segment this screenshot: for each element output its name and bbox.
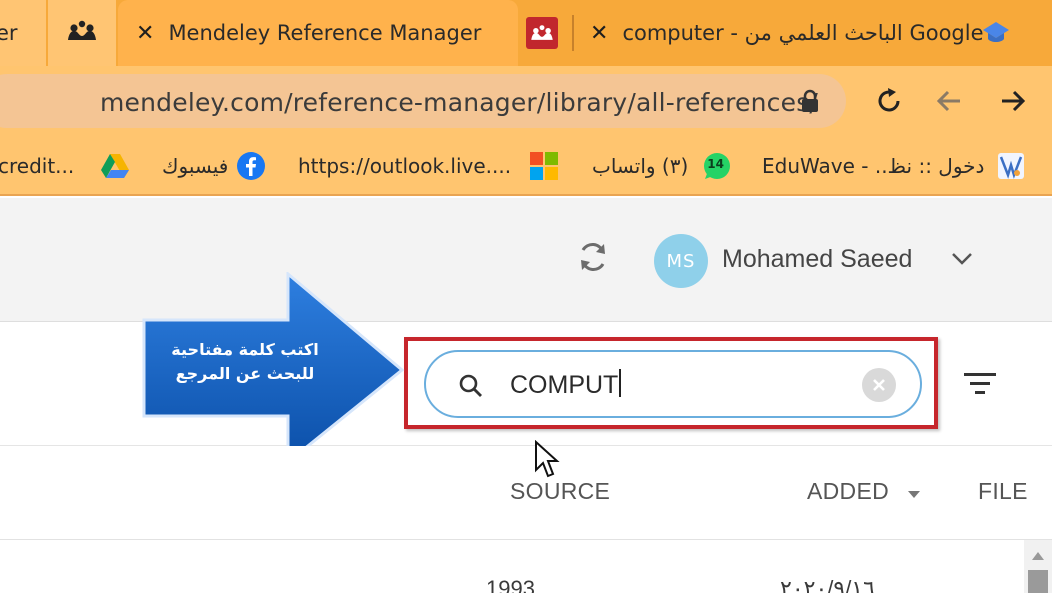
user-name[interactable]: Mohamed Saeed: [722, 245, 912, 274]
tab-title: computer - الباحث العلمي من Google: [622, 21, 984, 45]
lock-icon[interactable]: [800, 89, 820, 117]
callout-text: اكتب كلمة مفتاحية للبحث عن المرجع: [171, 340, 319, 383]
tab-divider: [572, 15, 574, 51]
browser-tabstrip: er ✕ Mendeley Reference Manager ✕ comput…: [0, 0, 1052, 66]
tab-partial[interactable]: er: [0, 0, 46, 66]
scholar-icon: [982, 20, 1010, 51]
scrollbar[interactable]: [1024, 540, 1052, 593]
tab-scholar[interactable]: ✕ computer - الباحث العلمي من Google: [520, 0, 1052, 66]
microsoft-icon: [529, 151, 559, 181]
bookmark-eduwave[interactable]: دخول :: نظ.. - EduWave: [762, 146, 1026, 186]
table-row[interactable]: 1993 ٢٠٢٠/٩/١٦: [0, 540, 1024, 593]
cell-source: 1993: [486, 576, 535, 593]
google-drive-icon: [100, 151, 130, 181]
column-header-file[interactable]: FILE: [978, 478, 1028, 505]
close-icon[interactable]: ✕: [590, 21, 608, 46]
table-body: 1993 ٢٠٢٠/٩/١٦: [0, 540, 1052, 593]
bookmark-credit[interactable]: credit...: [0, 146, 74, 186]
reload-icon: [878, 88, 900, 112]
screen: er ✕ Mendeley Reference Manager ✕ comput…: [0, 0, 1052, 593]
bookmark-outlook[interactable]: https://outlook.live....: [298, 146, 559, 186]
forward-button[interactable]: [994, 82, 1032, 120]
avatar[interactable]: MS: [654, 234, 708, 288]
highlight-box: [404, 337, 938, 429]
sync-icon[interactable]: [574, 238, 612, 280]
chevron-down-icon[interactable]: [950, 250, 974, 270]
mouse-pointer-icon: [534, 439, 560, 484]
bookmark-label: دخول :: نظ.. - EduWave: [762, 154, 985, 178]
notification-badge: 14: [707, 157, 724, 171]
close-icon[interactable]: ✕: [136, 21, 154, 46]
filter-icon[interactable]: [962, 370, 998, 402]
back-button[interactable]: [930, 82, 968, 120]
eduwave-icon: [996, 151, 1026, 181]
reload-button[interactable]: [870, 82, 908, 120]
arrow-right-icon: [1002, 90, 1026, 112]
bookmark-drive[interactable]: [100, 146, 130, 186]
omnibox[interactable]: mendeley.com/reference-manager/library/a…: [0, 74, 846, 128]
bookmark-label: https://outlook.live....: [298, 154, 512, 178]
bookmark-label: (٣) واتساب: [592, 154, 689, 178]
bookmark-facebook[interactable]: فيسبوك: [162, 146, 266, 186]
column-header-source[interactable]: SOURCE: [510, 478, 610, 505]
cell-added: ٢٠٢٠/٩/١٦: [780, 576, 875, 593]
whatsapp-icon: 14: [702, 151, 732, 181]
tab-mendeley[interactable]: ✕ Mendeley Reference Manager: [118, 0, 518, 66]
column-header-added[interactable]: ADDED: [807, 478, 889, 505]
mendeley-icon: [65, 20, 99, 47]
tab-title: Mendeley Reference Manager: [168, 21, 482, 45]
bookmark-label: credit...: [0, 154, 75, 178]
bookmark-whatsapp[interactable]: (٣) واتساب 14: [592, 146, 732, 186]
bookmarks-bar: credit... فيسبوك https://outlook.live...…: [0, 136, 1052, 196]
arrow-left-icon: [936, 90, 960, 112]
scrollbar-thumb[interactable]: [1028, 570, 1048, 593]
bookmark-label: فيسبوك: [162, 154, 229, 178]
mendeley-red-icon: [526, 17, 558, 49]
address-bar-row: mendeley.com/reference-manager/library/a…: [0, 66, 1052, 136]
table-header: SOURCE ADDED FILE: [0, 446, 1052, 540]
scroll-up-arrow[interactable]: [1032, 552, 1044, 560]
sort-down-icon[interactable]: [906, 484, 922, 503]
facebook-icon: [236, 151, 266, 181]
url-text[interactable]: mendeley.com/reference-manager/library/a…: [100, 88, 818, 117]
tab-title: er: [0, 21, 18, 45]
tab-pinned-mendeley[interactable]: [48, 0, 116, 66]
